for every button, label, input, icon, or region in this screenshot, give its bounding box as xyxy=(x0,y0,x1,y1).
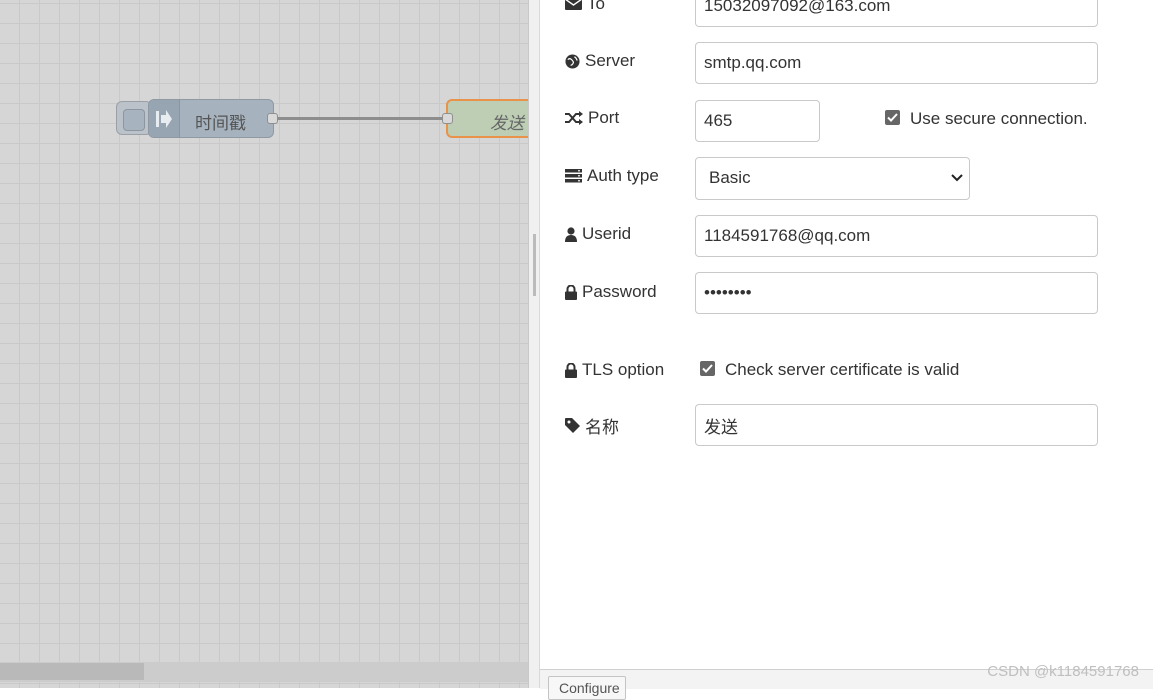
tray-resize-handle[interactable] xyxy=(529,0,540,688)
email-node-label: 发送 xyxy=(490,114,524,133)
to-label: To xyxy=(565,0,605,14)
envelope-icon xyxy=(565,0,582,10)
name-label: 名称 xyxy=(565,413,619,438)
lock-icon xyxy=(565,284,577,300)
password-label: Password xyxy=(565,282,657,302)
password-input[interactable]: •••••••• xyxy=(695,272,1098,314)
globe-icon xyxy=(565,53,580,69)
random-icon xyxy=(565,111,583,125)
server-icon xyxy=(565,169,582,183)
tls-verify-checkbox[interactable] xyxy=(700,361,715,376)
inject-node[interactable]: 时间戳 xyxy=(148,99,278,138)
auth-type-label: Auth type xyxy=(565,166,659,186)
port-input[interactable] xyxy=(695,100,820,142)
horizontal-scrollbar-thumb[interactable] xyxy=(0,663,144,680)
email-node[interactable]: 发送 xyxy=(442,99,530,138)
check-icon xyxy=(887,113,898,122)
name-input[interactable] xyxy=(695,404,1098,446)
userid-label: Userid xyxy=(565,224,631,244)
password-masked-value: •••••••• xyxy=(704,283,752,302)
inject-node-label: 时间戳 xyxy=(195,114,246,133)
inject-trigger-button[interactable] xyxy=(116,101,152,135)
watermark: CSDN @k1184591768 xyxy=(987,663,1139,680)
check-icon xyxy=(702,364,713,373)
workspace-canvas[interactable]: 时间戳 发送 xyxy=(0,0,530,688)
port-label: Port xyxy=(565,108,619,128)
tray-grip[interactable] xyxy=(533,234,536,296)
server-input[interactable] xyxy=(695,42,1098,84)
user-icon xyxy=(565,226,577,242)
node-wire[interactable] xyxy=(278,117,448,120)
server-label: Server xyxy=(565,51,635,71)
auth-type-selected: Basic xyxy=(709,168,751,187)
tls-option-label: TLS option xyxy=(565,360,664,380)
secure-connection-checkbox[interactable] xyxy=(885,110,900,125)
email-input-port[interactable] xyxy=(442,113,453,124)
tray-body: To Server Port xyxy=(540,0,1153,669)
secure-connection-label: Use secure connection. xyxy=(910,109,1088,128)
edit-tray: To Server Port xyxy=(528,0,1153,700)
to-input[interactable] xyxy=(695,0,1098,27)
configure-button[interactable]: Configure xyxy=(548,676,626,700)
userid-input[interactable] xyxy=(695,215,1098,257)
tls-verify-label: Check server certificate is valid xyxy=(725,360,960,379)
chevron-down-icon xyxy=(951,174,963,182)
inject-trigger-square xyxy=(123,109,145,131)
arrow-right-icon xyxy=(149,100,180,137)
auth-type-select[interactable]: Basic xyxy=(695,157,970,200)
lock-icon xyxy=(565,362,577,378)
tag-icon xyxy=(565,418,580,433)
inject-output-port[interactable] xyxy=(267,113,278,124)
